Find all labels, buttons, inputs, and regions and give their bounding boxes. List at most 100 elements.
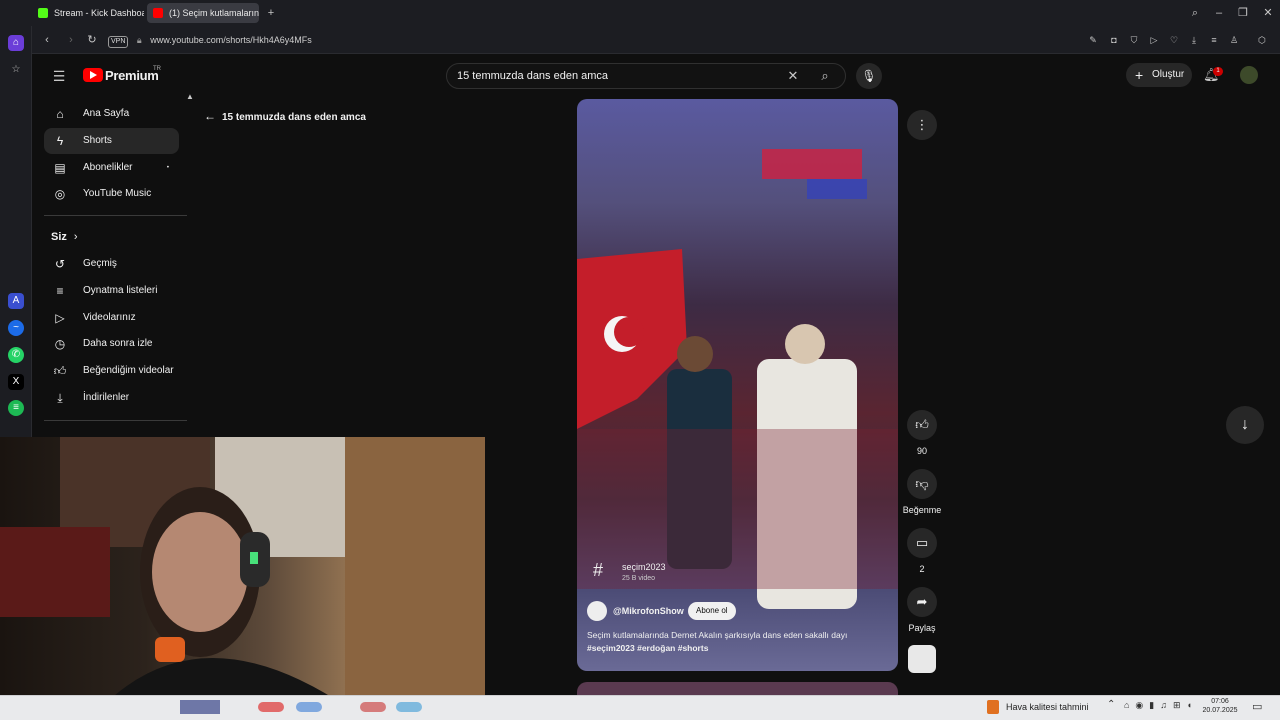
download-icon[interactable]: ⤓ [1187,33,1201,47]
snapshot-icon[interactable]: ✎ [1086,33,1100,47]
tab-bar: Stream - Kick Dashboard (1) Seçim kutlam… [0,0,1280,26]
more-options-icon[interactable]: ⋮ [907,110,937,140]
url-text: www.youtube.com/shorts/Hkh4A6y4MFs [150,35,312,45]
channel-avatar[interactable] [587,601,607,621]
hashtag-title[interactable]: seçim2023 [622,562,666,572]
tray-chevron-icon[interactable]: ⌃ [1107,699,1115,710]
create-label: Oluştur [1152,69,1185,80]
youtube-logo-icon[interactable] [83,68,103,82]
close-window-icon[interactable]: ✕ [1261,6,1275,20]
home-icon: ⌂ [56,107,64,121]
profile-icon[interactable]: ♙ [1227,33,1241,47]
sidebar-item-your-videos[interactable]: ▷ Videolarınız [44,305,179,331]
avatar[interactable] [1240,66,1258,84]
vpn-badge[interactable]: VPN [108,36,129,48]
back-icon[interactable]: ‹ [40,33,54,47]
clear-search-icon[interactable]: ✕ [786,69,800,83]
sidebar-item-label: Videolarınız [83,312,136,323]
search-tabs-icon[interactable]: ⌕ [1188,6,1202,20]
sidebar-item-liked[interactable]: 👍︎ Beğendiğim videolar [44,358,179,384]
sidebar-item-subscriptions[interactable]: ▤ Abonelikler • [44,155,179,181]
chevron-right-icon: › [73,231,78,243]
short-video-player[interactable]: # seçim2023 25 B video @MikrofonShow Abo… [577,99,898,671]
url-field[interactable]: VPN 🔒︎ www.youtube.com/shorts/Hkh4A6y4MF… [108,31,1108,49]
camera-icon[interactable]: ◘ [1107,33,1121,47]
home-icon[interactable]: ⌂ [8,35,24,51]
watch-later-icon: ◷ [54,337,66,351]
sidebar-item-history[interactable]: ↺ Geçmiş [44,251,179,277]
notification-badge: 1 [1213,67,1223,76]
shorts-icon: ϟ [56,134,64,148]
minimize-icon[interactable]: – [1212,6,1226,20]
sidebar-item-label: Beğendiğim videolar [83,365,174,376]
address-bar: ‹ › ↻ VPN 🔒︎ www.youtube.com/shorts/Hkh4… [32,26,1280,54]
video-tags[interactable]: #seçim2023 #erdoğan #shorts [587,642,887,655]
shorts-back-header[interactable]: ← 15 temmuzda dans eden amca [204,109,366,123]
sidebar-item-watch-later[interactable]: ◷ Daha sonra izle [44,331,179,357]
sidebar-scroll-up-icon[interactable]: ▲ [183,90,197,104]
clock-date: 20.07.2025 [1202,707,1238,714]
dislike-icon[interactable]: 👎︎ [907,469,937,499]
like-count: 90 [916,446,927,456]
messenger-icon[interactable]: ~ [8,320,24,336]
forward-icon[interactable]: › [64,33,78,47]
heart-icon[interactable]: ♡ [1167,33,1181,47]
subscribe-button[interactable]: Abone ol [688,602,736,620]
x-icon[interactable]: X [8,374,24,390]
premium-logo-text[interactable]: Premium [105,68,159,83]
spotify-icon[interactable]: ≡ [8,400,24,416]
search-icon[interactable]: ⌕ [818,69,832,83]
whatsapp-icon[interactable]: ✆ [8,347,24,363]
next-short-arrow-icon[interactable]: ↓ [1226,406,1264,444]
sidebar-item-home[interactable]: ⌂ Ana Sayfa [44,101,179,127]
notification-center-icon[interactable]: ▭ [1252,700,1262,713]
sidebar-item-downloads[interactable]: ⤓ İndirilenler [44,385,179,411]
dislike-label: Beğenme [902,505,942,515]
sidebar-item-playlists[interactable]: ≡ Oynatma listeleri [44,278,179,304]
aria-icon[interactable]: A [8,293,24,309]
menu-icon[interactable]: ≡ [1207,33,1221,47]
tab-youtube[interactable]: (1) Seçim kutlamaların [147,3,259,23]
liked-icon: 👍︎ [53,364,67,378]
kick-icon [38,8,48,18]
youtube-icon [153,8,163,18]
create-button[interactable]: + Oluştur [1126,63,1192,87]
share-icon[interactable]: ➦ [907,587,937,617]
search-input[interactable] [457,64,777,88]
taskbar-app-icon[interactable] [396,702,422,712]
hamburger-menu-icon[interactable]: ☰ [52,69,66,83]
browser-sidebar: O ⌂ ☆ A ~ ✆ X ≡ [0,0,32,437]
clock[interactable]: 07:06 20.07.2025 [1200,697,1240,715]
video-description: Seçim kutlamalarında Dernet Akalın şarkı… [587,630,848,640]
tray-icons[interactable]: ⌂◉▮♫⊞◖ [1124,700,1198,711]
sidebar-item-music[interactable]: ◎ YouTube Music [44,181,179,207]
tab-label: (1) Seçim kutlamaların [169,8,259,18]
weather-icon[interactable] [987,700,999,714]
shield-icon[interactable]: ⛉ [1127,33,1141,47]
like-icon[interactable]: 👍︎ [907,410,937,440]
sidebar-item-shorts[interactable]: ϟ Shorts [44,128,179,154]
reload-icon[interactable]: ↻ [85,33,99,47]
play-icon[interactable]: ▷ [1147,33,1161,47]
channel-name[interactable]: @MikrofonShow [613,606,684,616]
sidebar-item-label: Shorts [83,135,112,146]
weather-text[interactable]: Hava kalitesi tahmini [1006,700,1089,714]
voice-search-icon[interactable]: 🎙︎ [856,63,882,89]
bookmark-star-icon[interactable]: ☆ [8,62,24,78]
search-box[interactable]: ✕ ⌕ [446,63,846,89]
you-section-heading[interactable]: Siz › [51,231,78,243]
tab-label: Stream - Kick Dashboard [54,8,144,18]
lock-icon: 🔒︎ [136,35,142,45]
extensions-icon[interactable]: ⬡ [1255,33,1269,47]
tab-kick[interactable]: Stream - Kick Dashboard [32,3,144,23]
sidebar-item-label: Ana Sayfa [83,108,130,119]
taskbar-app-icon[interactable] [258,702,284,712]
maximize-icon[interactable]: ❐ [1236,6,1250,20]
sound-thumbnail[interactable] [908,645,936,673]
taskbar-app-icon[interactable] [360,702,386,712]
comments-icon[interactable]: ▭ [907,528,937,558]
new-tab-icon[interactable]: + [264,6,278,20]
history-icon: ↺ [54,257,66,271]
taskbar-app-icon[interactable] [180,700,220,714]
taskbar-app-icon[interactable] [296,702,322,712]
